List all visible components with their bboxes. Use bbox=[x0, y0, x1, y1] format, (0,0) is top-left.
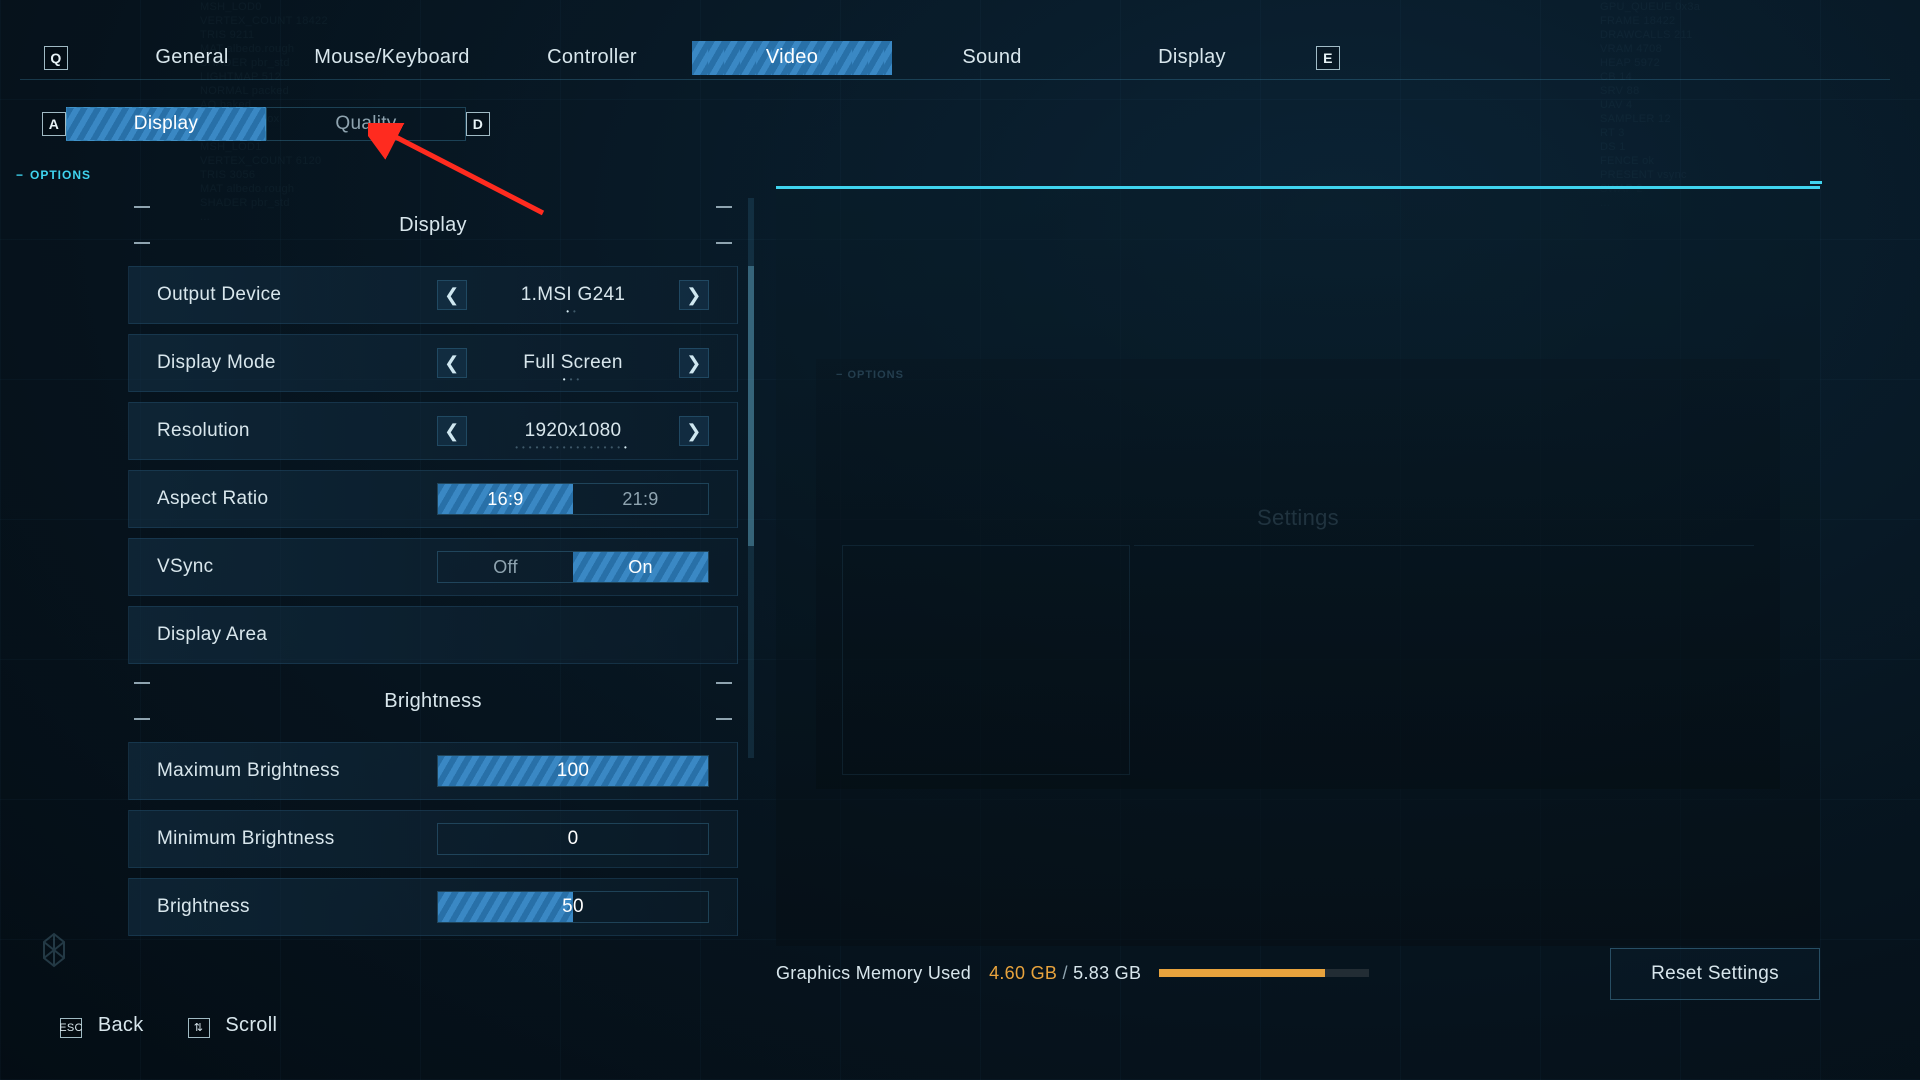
preview-tag: OPTIONS bbox=[836, 369, 904, 381]
tab-display[interactable]: Display bbox=[1092, 41, 1292, 75]
dots-output-device: •• bbox=[467, 307, 679, 316]
value-min-brightness: 0 bbox=[568, 828, 579, 850]
section-display-label: Display bbox=[399, 214, 467, 237]
tab-general[interactable]: General bbox=[92, 41, 292, 75]
tab-mouse-keyboard[interactable]: Mouse/Keyboard bbox=[292, 41, 492, 75]
keycap-a: A bbox=[42, 112, 66, 136]
label-output-device: Output Device bbox=[157, 284, 437, 306]
scrollbar-thumb[interactable] bbox=[748, 266, 754, 546]
arrow-left-icon[interactable]: ❮ bbox=[437, 348, 467, 378]
gpu-label: Graphics Memory Used bbox=[776, 963, 971, 984]
arrow-right-icon[interactable]: ❯ bbox=[679, 348, 709, 378]
label-aspect-ratio: Aspect Ratio bbox=[157, 488, 437, 510]
arrow-right-icon[interactable]: ❯ bbox=[679, 280, 709, 310]
slider-brightness[interactable]: 50 bbox=[437, 891, 709, 923]
dots-display-mode: ••• bbox=[467, 375, 679, 384]
row-resolution[interactable]: Resolution ❮ 1920x1080 •••••••••••••••••… bbox=[128, 402, 738, 460]
gpu-used: 4.60 GB bbox=[989, 963, 1057, 983]
label-min-brightness: Minimum Brightness bbox=[157, 828, 437, 850]
section-brightness-label: Brightness bbox=[384, 690, 482, 713]
label-resolution: Resolution bbox=[157, 420, 437, 442]
value-output-device: 1.MSI G241 •• bbox=[467, 284, 679, 306]
row-max-brightness[interactable]: Maximum Brightness 100 bbox=[128, 742, 738, 800]
arrow-left-icon[interactable]: ❮ bbox=[437, 280, 467, 310]
game-logo-icon bbox=[34, 930, 74, 970]
value-max-brightness: 100 bbox=[557, 760, 590, 782]
preview-panel: OPTIONS Settings bbox=[776, 186, 1820, 946]
slider-max-brightness[interactable]: 100 bbox=[437, 755, 709, 787]
tab-video[interactable]: Video bbox=[692, 41, 892, 75]
sub-tab-bar: A Display Quality D bbox=[42, 106, 490, 142]
keycap-q: Q bbox=[44, 46, 68, 70]
settings-scrollbar[interactable] bbox=[748, 198, 754, 758]
toggle-vsync[interactable]: Off On bbox=[437, 551, 709, 583]
row-brightness[interactable]: Brightness 50 bbox=[128, 878, 738, 936]
arrow-right-icon[interactable]: ❯ bbox=[679, 416, 709, 446]
keycap-e: E bbox=[1316, 46, 1340, 70]
preview-title: Settings bbox=[1257, 505, 1339, 531]
hint-scroll: ⇅ Scroll bbox=[188, 1014, 278, 1038]
tab-sound[interactable]: Sound bbox=[892, 41, 1092, 75]
opt-vsync-on[interactable]: On bbox=[573, 552, 708, 582]
section-display: Display bbox=[128, 198, 738, 252]
subtab-quality[interactable]: Quality bbox=[266, 107, 466, 141]
keycap-scroll-icon: ⇅ bbox=[188, 1018, 210, 1038]
label-vsync: VSync bbox=[157, 556, 437, 578]
gpu-memory: Graphics Memory Used 4.60 GB / 5.83 GB bbox=[776, 958, 1369, 988]
opt-21-9[interactable]: 21:9 bbox=[573, 484, 708, 514]
toggle-aspect-ratio[interactable]: 16:9 21:9 bbox=[437, 483, 709, 515]
label-brightness: Brightness bbox=[157, 896, 437, 918]
reset-settings-button[interactable]: Reset Settings bbox=[1610, 948, 1820, 1000]
value-display-mode: Full Screen ••• bbox=[467, 352, 679, 374]
row-output-device[interactable]: Output Device ❮ 1.MSI G241 •• ❯ bbox=[128, 266, 738, 324]
gpu-total: 5.83 GB bbox=[1073, 963, 1141, 983]
opt-16-9[interactable]: 16:9 bbox=[438, 484, 573, 514]
dots-resolution: ••••••••••••••••• bbox=[467, 443, 679, 452]
tab-controller[interactable]: Controller bbox=[492, 41, 692, 75]
subtab-display[interactable]: Display bbox=[66, 107, 266, 141]
row-display-mode[interactable]: Display Mode ❮ Full Screen ••• ❯ bbox=[128, 334, 738, 392]
opt-vsync-off[interactable]: Off bbox=[438, 552, 573, 582]
arrow-left-icon[interactable]: ❮ bbox=[437, 416, 467, 446]
value-brightness: 50 bbox=[562, 896, 584, 918]
value-resolution: 1920x1080 ••••••••••••••••• bbox=[467, 420, 679, 442]
slider-min-brightness[interactable]: 0 bbox=[437, 823, 709, 855]
keycap-d: D bbox=[466, 112, 490, 136]
section-brightness: Brightness bbox=[128, 674, 738, 728]
top-tab-bar: Q General Mouse/Keyboard Controller Vide… bbox=[20, 36, 1890, 80]
options-label: OPTIONS bbox=[16, 168, 91, 182]
label-display-area: Display Area bbox=[157, 624, 437, 646]
hint-back[interactable]: ESC Back bbox=[60, 1014, 144, 1038]
row-aspect-ratio[interactable]: Aspect Ratio 16:9 21:9 bbox=[128, 470, 738, 528]
label-display-mode: Display Mode bbox=[157, 352, 437, 374]
footer-hints: ESC Back ⇅ Scroll bbox=[60, 1014, 277, 1038]
gpu-bar bbox=[1159, 969, 1369, 977]
row-display-area[interactable]: Display Area bbox=[128, 606, 738, 664]
row-min-brightness[interactable]: Minimum Brightness 0 bbox=[128, 810, 738, 868]
row-vsync[interactable]: VSync Off On bbox=[128, 538, 738, 596]
keycap-esc: ESC bbox=[60, 1018, 82, 1038]
settings-panel: Display Output Device ❮ 1.MSI G241 •• ❯ … bbox=[128, 198, 738, 960]
preview-inner: OPTIONS Settings bbox=[816, 359, 1780, 789]
label-max-brightness: Maximum Brightness bbox=[157, 760, 437, 782]
gpu-sep: / bbox=[1063, 963, 1074, 983]
